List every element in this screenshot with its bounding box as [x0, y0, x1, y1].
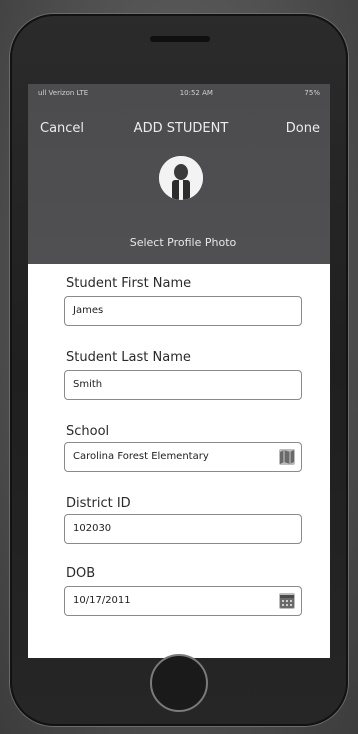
dob-value: 10/17/2011 [73, 595, 131, 606]
navigation-header: ull Verizon LTE 10:52 AM 75% Cancel ADD … [28, 84, 330, 264]
avatar-image [159, 156, 203, 200]
time-label: 10:52 AM [179, 89, 213, 97]
map-icon-graphic [280, 450, 294, 464]
status-bar: ull Verizon LTE 10:52 AM 75% [38, 89, 320, 101]
home-button[interactable] [150, 654, 208, 712]
last-name-input[interactable]: Smith [64, 370, 302, 400]
phone-speaker [150, 36, 210, 42]
district-id-label: District ID [66, 496, 131, 511]
dob-input[interactable]: 10/17/2011 [64, 586, 302, 616]
done-button[interactable]: Done [286, 121, 320, 136]
dob-label: DOB [66, 566, 96, 581]
calendar-icon[interactable] [279, 593, 295, 609]
calendar-icon-graphic [280, 595, 294, 608]
battery-label: 75% [304, 89, 320, 97]
school-select[interactable]: Carolina Forest Elementary [64, 442, 302, 472]
first-name-label: Student First Name [66, 276, 192, 291]
school-label: School [66, 424, 110, 439]
map-icon[interactable] [279, 449, 295, 465]
nav-row: Cancel ADD STUDENT Done [28, 118, 330, 140]
district-id-input[interactable]: 102030 [64, 514, 302, 544]
first-name-input[interactable]: James [64, 296, 302, 326]
student-form: Student First Name James Student Last Na… [28, 264, 330, 658]
cancel-button[interactable]: Cancel [40, 121, 84, 136]
last-name-value: Smith [73, 379, 103, 390]
district-id-value: 102030 [73, 523, 112, 534]
select-profile-photo-link[interactable]: Select Profile Photo [108, 236, 258, 249]
first-name-value: James [73, 305, 104, 316]
school-value: Carolina Forest Elementary [73, 451, 209, 462]
page-title: ADD STUDENT [133, 121, 229, 136]
last-name-label: Student Last Name [66, 350, 191, 365]
carrier-label: ull Verizon LTE [38, 89, 89, 97]
profile-avatar[interactable] [159, 156, 203, 200]
screen: ull Verizon LTE 10:52 AM 75% Cancel ADD … [28, 84, 330, 658]
